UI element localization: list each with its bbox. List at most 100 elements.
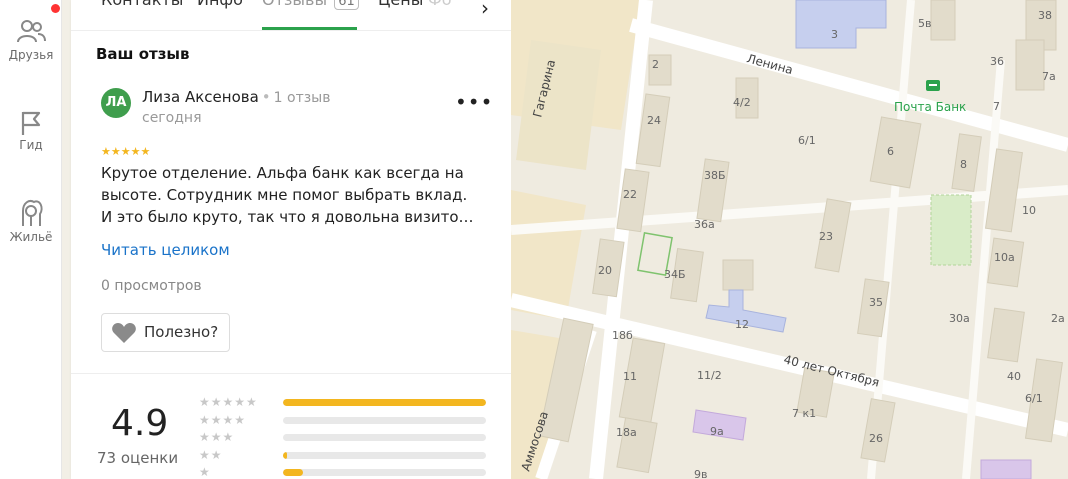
- house-number: 7а: [1042, 70, 1056, 83]
- rating-distribution-row: ★: [199, 465, 489, 479]
- rating-distribution-row: ★★★★: [199, 413, 489, 427]
- section-divider: [71, 373, 511, 374]
- rating-bar-fill: [283, 451, 288, 459]
- tab-contacts[interactable]: Контакты: [101, 0, 183, 9]
- tab-reviews[interactable]: Отзывы 61: [262, 0, 359, 10]
- review-views: 0 просмотров: [101, 278, 202, 294]
- useful-button-label: Полезно?: [144, 323, 219, 341]
- bank-icon-stripe: [929, 84, 937, 86]
- rating-bar-track: [283, 399, 486, 406]
- house-number: 11: [623, 370, 637, 383]
- notification-dot: [51, 4, 60, 13]
- housing-icon: [22, 200, 43, 226]
- house-number: 18б: [612, 329, 633, 342]
- rating-row-stars: ★★★★★: [199, 395, 258, 409]
- rail-item-guide[interactable]: Гид: [0, 110, 62, 152]
- rail-item-friends[interactable]: Друзья: [0, 18, 62, 62]
- house-number: 5в: [918, 17, 931, 30]
- rail-label-housing: Жильё: [9, 230, 53, 244]
- author-separator: •: [261, 88, 271, 106]
- house-number: 38: [1038, 9, 1052, 22]
- poi-label[interactable]: Почта Банк: [894, 100, 966, 114]
- house-number: 22: [623, 188, 637, 201]
- tabs-next-arrow-icon[interactable]: ›: [481, 0, 489, 20]
- house-number: 3: [831, 28, 838, 41]
- house-number: 23: [819, 230, 833, 243]
- house-number: 4/2: [733, 96, 751, 109]
- map-park: [930, 194, 972, 266]
- review-author: Лиза Аксенова • 1 отзыв: [142, 88, 330, 106]
- rating-bar-track: [283, 416, 486, 424]
- house-number: 10: [1022, 204, 1036, 217]
- house-number: 6/1: [798, 134, 816, 147]
- house-number: 7: [993, 100, 1000, 113]
- rating-distribution-row: ★★: [199, 448, 489, 462]
- house-number: 34Б: [664, 268, 686, 281]
- house-number: 30а: [949, 312, 970, 325]
- read-more-link[interactable]: Читать целиком: [101, 241, 230, 259]
- rating-bar-track: [283, 434, 486, 441]
- house-number: 26: [869, 432, 883, 445]
- useful-button[interactable]: Полезно?: [101, 313, 230, 352]
- rating-value: 4.9: [111, 403, 169, 444]
- review-date: сегодня: [142, 110, 202, 126]
- review-stars: ★★★★★: [101, 145, 151, 158]
- building: [722, 259, 754, 291]
- house-number: 6/1: [1025, 392, 1043, 405]
- building: [1015, 39, 1045, 91]
- left-rail: Друзья Гид Жильё: [0, 0, 62, 479]
- rail-label-friends: Друзья: [8, 48, 54, 62]
- flag-icon: [21, 111, 41, 135]
- tab-reviews-label: Отзывы: [262, 0, 327, 9]
- map-canvas[interactable]: Почта Банк Ленина Гагарина 40 лет Октябр…: [511, 0, 1068, 479]
- house-number: 10а: [994, 251, 1015, 264]
- house-number: 20: [598, 264, 612, 277]
- map-building: [980, 459, 1032, 479]
- rating-bar-track: [283, 451, 486, 459]
- house-number: 9в: [694, 468, 707, 479]
- house-number: 8: [960, 158, 967, 171]
- rating-row-stars: ★★: [199, 447, 223, 462]
- author-name[interactable]: Лиза Аксенова: [142, 88, 259, 106]
- tab-prices[interactable]: Цены: [378, 0, 423, 9]
- house-number: 7 к1: [792, 407, 816, 420]
- house-number: 2а: [1051, 312, 1065, 325]
- rating-row-stars: ★★★★: [199, 412, 247, 427]
- organization-card: Контакты Инфо Отзывы 61 Цены Фо › Ваш от…: [71, 0, 511, 479]
- rail-label-guide: Гид: [19, 138, 43, 152]
- review-text-line: И это было круто, так что я довольна виз…: [101, 208, 474, 226]
- rating-distribution-row: ★★★★★: [199, 395, 489, 409]
- building: [930, 0, 956, 41]
- house-number: 40: [1007, 370, 1021, 383]
- building: [987, 307, 1025, 363]
- author-review-count: 1 отзыв: [273, 90, 331, 106]
- house-number: 6: [887, 145, 894, 158]
- house-number: 24: [647, 114, 661, 127]
- rating-bar-fill: [283, 469, 304, 476]
- tab-reviews-count: 61: [334, 0, 359, 10]
- house-number: 12: [735, 318, 749, 331]
- review-text-line: высоте. Сотрудник мне помог выбрать вкла…: [101, 186, 468, 204]
- rating-count: 73 оценки: [97, 449, 179, 467]
- tab-info[interactable]: Инфо: [197, 0, 243, 9]
- more-options-icon[interactable]: •••: [455, 90, 493, 114]
- rating-bar-fill: [283, 399, 486, 406]
- house-number: 9а: [710, 425, 724, 438]
- house-number: 36а: [694, 218, 715, 231]
- friends-icon: [17, 20, 46, 43]
- card-tabs: Контакты Инфо Отзывы 61 Цены Фо ›: [71, 0, 511, 31]
- rail-item-housing[interactable]: Жильё: [0, 196, 62, 244]
- rating-row-stars: ★★★: [199, 430, 235, 444]
- rating-bar-track: [283, 469, 486, 476]
- review-text-line: Крутое отделение. Альфа банк как всегда …: [101, 164, 464, 182]
- avatar[interactable]: ЛА: [101, 88, 131, 118]
- map-block: [516, 40, 601, 170]
- house-number: 35: [869, 296, 883, 309]
- rating-row-stars: ★: [199, 465, 211, 479]
- map-view[interactable]: Почта Банк Ленина Гагарина 40 лет Октябр…: [511, 0, 1068, 479]
- heart-icon: [112, 323, 136, 343]
- house-number: 11/2: [697, 369, 722, 382]
- house-number: 18а: [616, 426, 637, 439]
- tab-photos[interactable]: Фо: [428, 0, 452, 9]
- review-text: Крутое отделение. Альфа банк как всегда …: [101, 162, 481, 228]
